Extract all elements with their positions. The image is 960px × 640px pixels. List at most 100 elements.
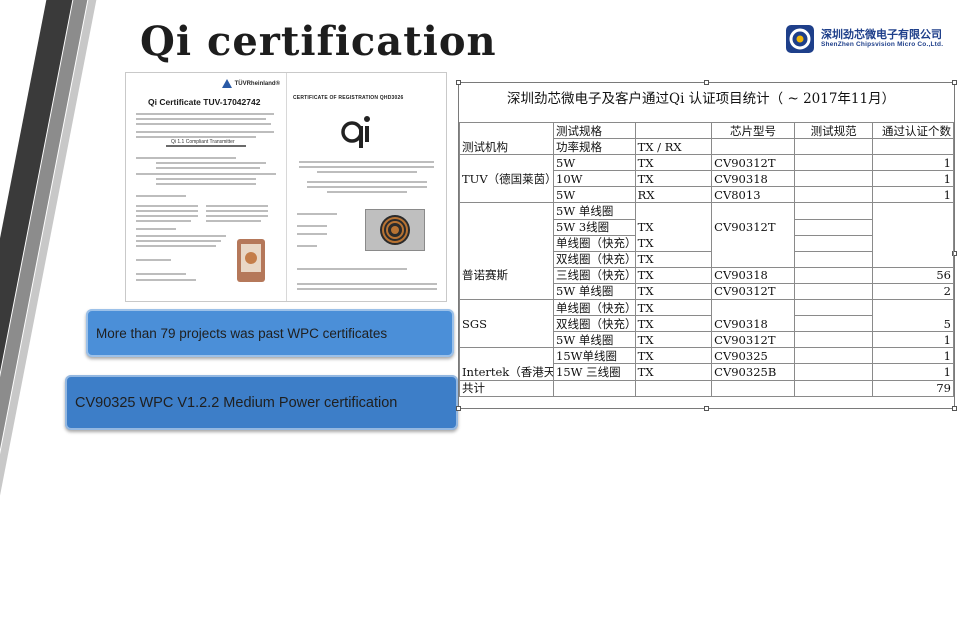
table-row: Intertek（香港天祥） 15W 三线圈 TX CV90325B 1 — [458, 363, 954, 381]
table-cell: 单线圈（快充） — [553, 234, 636, 252]
table-row: 普诺赛斯 三线圈（快充） TX CV90318 56 — [458, 266, 954, 284]
table-cell: 1 — [872, 154, 954, 172]
table-cell: TX — [634, 219, 713, 236]
slide-title: Qi certification — [140, 18, 497, 65]
table-cell — [458, 331, 555, 349]
table-cell — [711, 379, 795, 397]
table-cell: TX — [634, 315, 713, 333]
text-line — [297, 213, 337, 215]
company-logo: 深圳劲芯微电子有限公司 ShenZhen Chipsvision Micro C… — [785, 22, 945, 56]
text-line — [297, 283, 437, 285]
resize-handle-bottom-right[interactable] — [952, 406, 957, 411]
tuv-logo: TÜVRheinland® — [221, 79, 280, 88]
resize-handle-bottom[interactable] — [704, 406, 709, 411]
text-line — [156, 178, 256, 180]
table-cell — [458, 347, 555, 364]
table-cell: 普诺赛斯 — [458, 267, 555, 284]
total-row: 共计 79 — [458, 379, 954, 397]
table-cell — [793, 282, 874, 301]
table-cell — [553, 379, 636, 397]
table-cell: CV90325 — [711, 347, 795, 365]
projects-caption: More than 79 projects was past WPC certi… — [86, 309, 454, 357]
text-line — [136, 173, 276, 175]
certification-grid: 测试规格 芯片型号 测试规范 通过认证个数 测试机构 功率规格 TX / RX … — [458, 121, 954, 397]
text-line — [136, 131, 274, 133]
table-cell: TX — [634, 331, 713, 349]
table-cell — [458, 251, 555, 268]
header-cell — [872, 138, 954, 156]
table-cell — [793, 218, 874, 236]
table-cell: 5W 单线圈 — [553, 331, 636, 349]
table-cell: TX — [634, 363, 713, 381]
text-line — [136, 157, 236, 159]
table-cell — [793, 202, 874, 220]
table-cell — [793, 331, 874, 349]
text-line — [156, 183, 256, 185]
resize-handle-bottom-left[interactable] — [456, 406, 461, 411]
text-line — [297, 288, 437, 290]
logo-name-en: ShenZhen Chipsvision Micro Co.,Ltd. — [821, 41, 944, 49]
qi-certification-table[interactable]: 深圳劲芯微电子及客户通过Qi 认证项目统计（ ~ 2017年11月） 测试规格 … — [456, 80, 957, 411]
tuv-triangle-icon — [221, 79, 232, 88]
tuv-certificate-heading: Qi Certificate TUV-17042742 — [148, 97, 261, 107]
table-row: 5W 单线圈 TX CV90312T 1 — [458, 331, 954, 349]
text-line — [136, 123, 271, 125]
table-cell: 1 — [872, 170, 954, 188]
table-cell — [458, 283, 555, 301]
text-line — [136, 259, 171, 261]
text-line — [136, 205, 198, 207]
table-cell — [458, 219, 555, 236]
table-cell — [458, 186, 555, 204]
table-cell — [634, 202, 713, 220]
text-line — [136, 245, 216, 247]
table-cell: TUV（德国莱茵） — [458, 170, 555, 187]
table-cell — [872, 299, 954, 316]
table-cell: 1 — [872, 186, 954, 204]
table-cell — [458, 235, 555, 252]
text-line — [297, 268, 407, 270]
table-cell: 15W单线圈 — [553, 347, 636, 365]
table-cell — [793, 363, 874, 381]
tuv-product-label: Qi 1.1 Compliant Transmitter — [171, 139, 235, 145]
table-row: 5W RX CV8013 1 — [458, 186, 954, 204]
medium-power-caption: CV90325 WPC V1.2.2 Medium Power certific… — [65, 375, 458, 430]
text-line — [136, 118, 266, 120]
table-cell: Intertek（香港天祥） — [458, 363, 555, 381]
text-line — [136, 113, 274, 115]
text-line — [136, 273, 186, 275]
header-cell: 功率规格 — [553, 138, 636, 156]
table-cell: 2 — [872, 282, 954, 301]
header-cell — [711, 138, 795, 156]
table-cell: 5W 3线圈 — [553, 218, 636, 236]
table-cell: CV8013 — [711, 186, 795, 204]
table-cell: 双线圈（快充） — [553, 250, 636, 268]
table-cell — [793, 347, 874, 365]
table-row: 单线圈（快充） TX — [458, 299, 954, 317]
table-row: 5W 单线圈 TX CV90312T 2 — [458, 282, 954, 301]
table-cell — [793, 186, 874, 204]
text-line — [307, 186, 427, 188]
coil-icon — [380, 215, 410, 245]
text-line — [297, 233, 327, 235]
table-cell — [634, 379, 713, 397]
qi-registration-certificate-image: CERTIFICATE OF REGISTRATION QHD3026 — [287, 73, 446, 301]
device-photo — [237, 239, 265, 282]
table-cell — [793, 250, 874, 268]
text-line — [166, 145, 246, 147]
text-line — [206, 205, 268, 207]
text-line — [307, 181, 427, 183]
table-cell: TX — [634, 234, 713, 252]
registration-heading: CERTIFICATE OF REGISTRATION QHD3026 — [293, 95, 404, 101]
text-line — [136, 195, 186, 197]
text-line — [297, 245, 317, 247]
table-cell: 共计 — [458, 379, 555, 397]
table-cell — [711, 299, 795, 316]
logo-name-cn: 深圳劲芯微电子有限公司 — [821, 29, 942, 42]
table-cell: 5W 单线圈 — [553, 202, 636, 220]
resize-handle-top-right[interactable] — [952, 80, 957, 85]
table-cell: 5W — [553, 154, 636, 172]
resize-handle-top-left[interactable] — [456, 80, 461, 85]
text-line — [299, 166, 434, 168]
table-row: 5W 单线圈 — [458, 202, 954, 220]
resize-handle-top[interactable] — [704, 80, 709, 85]
